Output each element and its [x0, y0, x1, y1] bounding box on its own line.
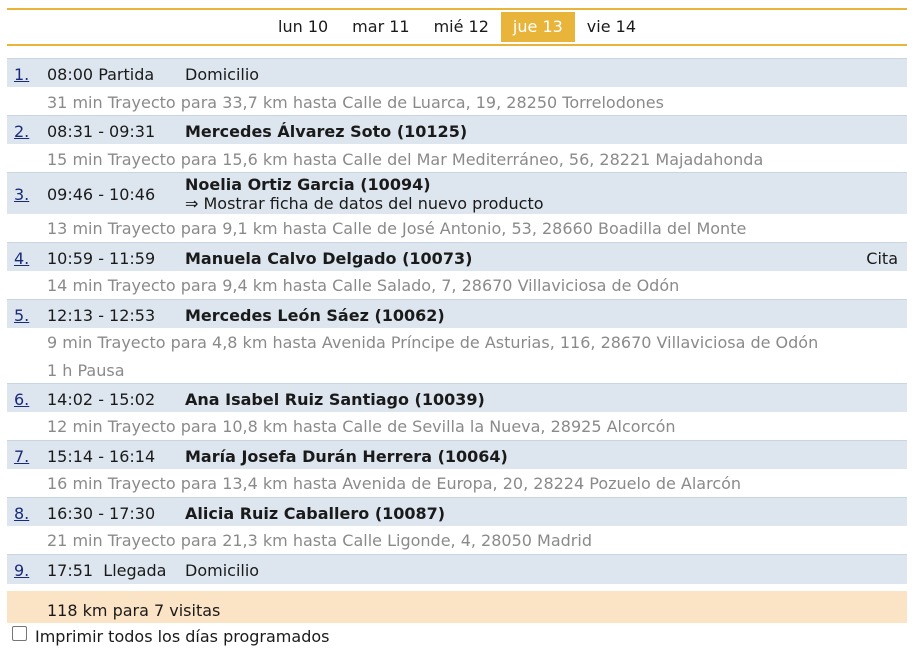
stop-row: 9. 17:51 Llegada Domicilio	[7, 554, 907, 584]
client-name: Mercedes León Sáez (10062)	[185, 306, 445, 325]
stop-number-link[interactable]: 9.	[14, 561, 29, 580]
stop-time: 17:51 Llegada	[47, 561, 167, 580]
client-name-text: Alicia Ruiz Caballero (10087)	[185, 504, 446, 523]
stop-place: Domicilio	[185, 561, 260, 580]
travel-row: 15 min Trayecto para 15,6 km hasta Calle…	[7, 144, 907, 172]
client-name: Alicia Ruiz Caballero (10087)	[185, 504, 445, 523]
client-name: Noelia Ortiz Garcia (10094)	[185, 175, 431, 194]
stop-time: 08:31 - 09:31	[47, 122, 156, 141]
day-tab-jue-active[interactable]: jue 13	[500, 12, 575, 42]
stop-time: 12:13 - 12:53	[47, 306, 156, 325]
client-name: Manuela Calvo Delgado (10073)	[185, 249, 472, 268]
travel-row: 9 min Trayecto para 4,8 km hasta Avenida…	[7, 328, 907, 356]
travel-row: 31 min Trayecto para 33,7 km hasta Calle…	[7, 87, 907, 115]
client-name: Ana Isabel Ruiz Santiago (10039)	[185, 390, 485, 409]
stop-row: 8. 16:30 - 17:30 Alicia Ruiz Caballero (…	[7, 497, 907, 526]
travel-text: 14 min Trayecto para 9,4 km hasta Calle …	[47, 276, 680, 295]
client-name-text: María Josefa Durán Herrera (10064)	[185, 447, 508, 466]
travel-row: 16 min Trayecto para 13,4 km hasta Aveni…	[7, 469, 907, 497]
stop-row: 7. 15:14 - 16:14 María Josefa Durán Herr…	[7, 440, 907, 469]
stop-time: 09:46 - 10:46	[47, 185, 156, 204]
travel-row: 14 min Trayecto para 9,4 km hasta Calle …	[7, 271, 907, 299]
travel-row: 13 min Trayecto para 9,1 km hasta Calle …	[7, 214, 907, 242]
stop-row: 6. 14:02 - 15:02 Ana Isabel Ruiz Santiag…	[7, 383, 907, 412]
pause-row: 1 h Pausa	[7, 356, 907, 383]
stop-row: 2. 08:31 - 09:31 Mercedes Álvarez Soto (…	[7, 115, 907, 144]
stop-number-link[interactable]: 2.	[14, 122, 29, 141]
day-tab-mie[interactable]: mié 12	[422, 12, 501, 42]
stop-time: 10:59 - 11:59	[47, 249, 156, 268]
travel-text: 12 min Trayecto para 10,8 km hasta Calle…	[47, 417, 676, 436]
stop-number-link[interactable]: 5.	[14, 306, 29, 325]
print-all-days-label: Imprimir todos los días programados	[35, 627, 330, 646]
travel-text: 15 min Trayecto para 15,6 km hasta Calle…	[47, 150, 764, 169]
day-tab-lun[interactable]: lun 10	[266, 12, 340, 42]
stop-time: 15:14 - 16:14	[47, 447, 156, 466]
stop-number-link[interactable]: 6.	[14, 390, 29, 409]
client-name-text: Noelia Ortiz Garcia (10094)	[185, 175, 431, 194]
product-sheet-link[interactable]: ⇒ Mostrar ficha de datos del nuevo produ…	[185, 194, 544, 213]
travel-row: 12 min Trayecto para 10,8 km hasta Calle…	[7, 412, 907, 440]
print-all-days-option[interactable]: Imprimir todos los días programados	[12, 626, 330, 646]
client-name-text: Manuela Calvo Delgado (10073)	[185, 249, 473, 268]
travel-text: 13 min Trayecto para 9,1 km hasta Calle …	[47, 219, 747, 238]
travel-text: 21 min Trayecto para 21,3 km hasta Calle…	[47, 531, 592, 550]
stop-time: 14:02 - 15:02	[47, 390, 156, 409]
client-name-text: Mercedes León Sáez (10062)	[185, 306, 445, 325]
stop-row: 3. 09:46 - 10:46 Noelia Ortiz Garcia (10…	[7, 172, 907, 214]
appointment-label: Cita	[866, 249, 898, 268]
day-tab-vie[interactable]: vie 14	[575, 12, 648, 42]
client-name-text: Mercedes Álvarez Soto (10125)	[185, 122, 468, 141]
travel-text: 16 min Trayecto para 13,4 km hasta Aveni…	[47, 474, 742, 493]
client-name-text: Ana Isabel Ruiz Santiago (10039)	[185, 390, 485, 409]
travel-row: 21 min Trayecto para 21,3 km hasta Calle…	[7, 526, 907, 554]
stop-time: 16:30 - 17:30	[47, 504, 156, 523]
stop-row: 1. 08:00 Partida Domicilio	[7, 58, 907, 87]
day-selector: lun 10 mar 11 mié 12 jue 13 vie 14	[7, 8, 907, 46]
day-tab-mar[interactable]: mar 11	[340, 12, 421, 42]
stop-number-link[interactable]: 7.	[14, 447, 29, 466]
route-summary: 118 km para 7 visitas	[7, 591, 907, 623]
stop-number-link[interactable]: 4.	[14, 249, 29, 268]
stop-time: 08:00 Partida	[47, 65, 155, 84]
print-all-days-checkbox[interactable]	[12, 626, 27, 641]
stop-place: Domicilio	[185, 65, 260, 84]
stop-number-link[interactable]: 3.	[14, 185, 29, 204]
stop-row: 5. 12:13 - 12:53 Mercedes León Sáez (100…	[7, 299, 907, 328]
travel-text: 31 min Trayecto para 33,7 km hasta Calle…	[47, 93, 664, 112]
stop-number-link[interactable]: 8.	[14, 504, 29, 523]
travel-text: 9 min Trayecto para 4,8 km hasta Avenida…	[47, 333, 819, 352]
client-name: Mercedes Álvarez Soto (10125)	[185, 122, 467, 141]
stop-number-link[interactable]: 1.	[14, 65, 29, 84]
client-name: María Josefa Durán Herrera (10064)	[185, 447, 508, 466]
pause-text: 1 h Pausa	[47, 361, 125, 380]
summary-text: 118 km para 7 visitas	[47, 601, 221, 620]
stop-row: 4. 10:59 - 11:59 Manuela Calvo Delgado (…	[7, 242, 907, 271]
